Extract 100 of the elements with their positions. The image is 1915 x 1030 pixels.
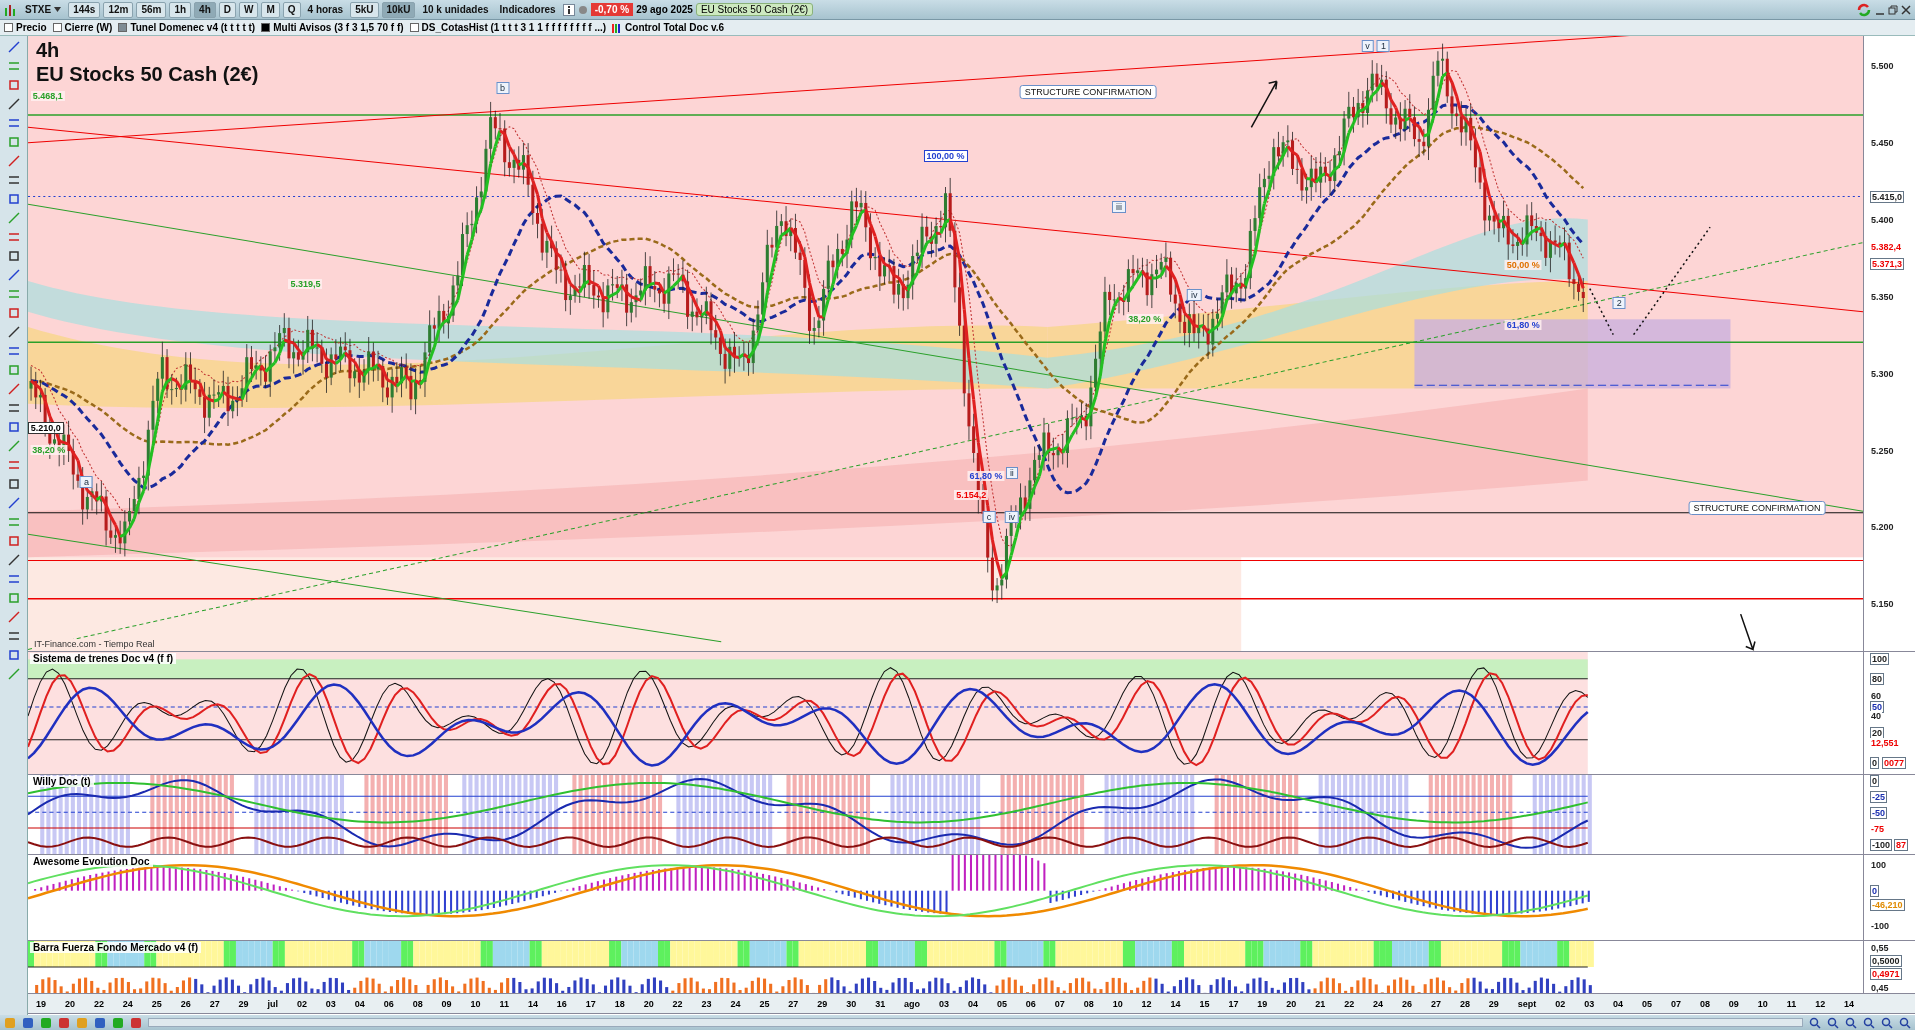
drawing-tool-icon[interactable] <box>6 610 21 624</box>
wave-label: b <box>496 82 510 94</box>
zoom-icon[interactable] <box>1845 1016 1857 1029</box>
refresh-icon[interactable] <box>1856 1 1872 18</box>
date-axis-label: 27 <box>788 998 799 1009</box>
axis-value-label: 0077 <box>1882 756 1907 769</box>
indicators-button[interactable]: Indicadores <box>495 1 560 18</box>
drawing-tool-icon[interactable] <box>6 249 21 263</box>
axis-value-label: -25 <box>1870 790 1887 803</box>
toolbar-icon[interactable] <box>130 1016 142 1029</box>
date-axis-label: 08 <box>1083 998 1094 1009</box>
date-axis-label: 22 <box>672 998 683 1009</box>
axis-value-label: 0,55 <box>1870 943 1890 954</box>
axis-value-label: 87 <box>1894 839 1908 852</box>
drawing-tool-icon[interactable] <box>6 477 21 491</box>
drawing-tool-icon[interactable] <box>6 496 21 510</box>
date-axis-label: 17 <box>585 998 596 1009</box>
timeframe-button[interactable]: Q <box>282 1 301 18</box>
indicator-title: Barra Fuerza Fondo Mercado v4 (f) <box>30 942 202 953</box>
date-axis-label: 21 <box>1315 998 1326 1009</box>
axis-price-label: 5.500 <box>1870 61 1895 71</box>
chart-level-label: 100,00 % <box>923 150 968 162</box>
drawing-tool-icon[interactable] <box>6 154 21 168</box>
date-axis-label: 24 <box>730 998 741 1009</box>
axis-price-label: 5.150 <box>1870 599 1895 610</box>
zoom-icon[interactable] <box>1809 1016 1821 1029</box>
zoom-icon[interactable] <box>1827 1016 1839 1029</box>
price-change-label: -0,70 % <box>590 3 634 16</box>
toolbar-icon[interactable] <box>94 1016 106 1029</box>
drawing-tool-icon[interactable] <box>6 173 21 187</box>
date-axis-label: 03 <box>325 998 336 1009</box>
axis-price-label: 5.250 <box>1870 445 1895 456</box>
date-axis-label: 24 <box>1373 998 1384 1009</box>
legend-item[interactable]: Tunel Domenec v4 (t t t t t) <box>118 22 256 33</box>
axis-price-label: 5.371,3 <box>1870 257 1905 270</box>
chart-level-label: 61,80 % <box>967 471 1005 481</box>
caret-icon <box>54 7 62 12</box>
legend-item[interactable]: Cierre (W) <box>52 22 113 33</box>
toolbar-icon[interactable] <box>58 1016 70 1029</box>
timeframe-button[interactable]: W <box>239 1 259 18</box>
date-axis-label: 20 <box>64 998 75 1009</box>
symbol-dropdown[interactable]: STXE <box>21 1 66 18</box>
arrow <box>1250 80 1278 129</box>
zoom-icon[interactable] <box>1899 1016 1911 1029</box>
drawing-tool-icon[interactable] <box>6 382 21 396</box>
close-icon[interactable] <box>1901 4 1911 15</box>
scrollbar[interactable] <box>148 1018 1803 1027</box>
drawing-tool-icon[interactable] <box>6 40 21 54</box>
toolbar-icon[interactable] <box>40 1016 52 1029</box>
zoom-icon[interactable] <box>1881 1016 1893 1029</box>
timeframe-button[interactable]: D <box>218 1 236 18</box>
date-axis-label: 19 <box>36 998 46 1009</box>
date-axis-label: 06 <box>1025 998 1036 1009</box>
timeframe-button[interactable]: 12m <box>103 1 134 18</box>
legend-item[interactable]: Multi Avisos (3 f 3 1,5 70 f f) <box>261 22 404 33</box>
checkbox[interactable] <box>4 23 13 32</box>
checkbox[interactable] <box>409 23 419 32</box>
timeframe-button[interactable]: 56m <box>136 1 167 18</box>
date-axis-label: 08 <box>412 998 423 1009</box>
drawing-tool-icon[interactable] <box>6 553 21 567</box>
timeframe-button[interactable]: 144s <box>68 1 101 18</box>
date-axis-label: 29 <box>817 998 828 1009</box>
date-axis-label: 31 <box>875 998 886 1009</box>
timeframe-button[interactable]: M <box>261 1 280 18</box>
date-axis-label: 08 <box>1699 998 1710 1009</box>
period-dropdown[interactable]: 4 horas <box>303 1 348 18</box>
drawing-tool-icon[interactable] <box>6 401 21 415</box>
date-axis-label: 29 <box>1488 998 1499 1009</box>
date-axis-label: 27 <box>1431 998 1441 1009</box>
axis-value-label: 100 <box>1870 860 1888 871</box>
wave-label: v <box>1361 40 1374 52</box>
unit-dropdown[interactable]: 10 k unidades <box>418 1 493 18</box>
toolbar-icon[interactable] <box>22 1016 34 1029</box>
checkbox[interactable] <box>52 23 62 32</box>
date-axis-label: 27 <box>209 998 220 1009</box>
info-icon[interactable] <box>562 3 575 16</box>
bar-chart-icon[interactable] <box>4 2 18 17</box>
toolbar-icon[interactable] <box>112 1016 124 1029</box>
date-axis-label: sept <box>1517 998 1537 1009</box>
date-axis-label: 02 <box>296 998 307 1009</box>
timeframe-button[interactable]: 1h <box>169 1 192 18</box>
date-axis-label: 07 <box>1054 998 1065 1009</box>
restore-icon[interactable] <box>1888 4 1898 15</box>
drawing-tool-icon[interactable] <box>6 325 21 339</box>
unit-button[interactable]: 10kU <box>381 1 416 18</box>
axis-value-label: -50 <box>1870 806 1887 819</box>
date-axis-label: 23 <box>701 998 712 1009</box>
unit-button[interactable]: 5kU <box>350 1 379 18</box>
timeframe-button[interactable]: 4h <box>194 1 216 18</box>
zoom-icon[interactable] <box>1863 1016 1875 1029</box>
axis-value-label: 40 <box>1870 710 1882 721</box>
date-axis-label: 14 <box>527 998 538 1009</box>
legend-item[interactable]: Control Total Doc v.6 <box>612 22 725 33</box>
drawing-tool-icon[interactable] <box>6 97 21 111</box>
date-axis-label: 02 <box>1555 998 1566 1009</box>
drawing-tool-icon[interactable] <box>6 629 21 643</box>
legend-item[interactable]: DS_CotasHist (1 t t t 3 1 1 f f f f f f f f ...) <box>409 22 607 33</box>
drawing-tool-icon[interactable] <box>6 268 21 282</box>
legend-item[interactable]: Precio <box>4 22 47 33</box>
date-axis-label: 10 <box>1757 998 1768 1009</box>
